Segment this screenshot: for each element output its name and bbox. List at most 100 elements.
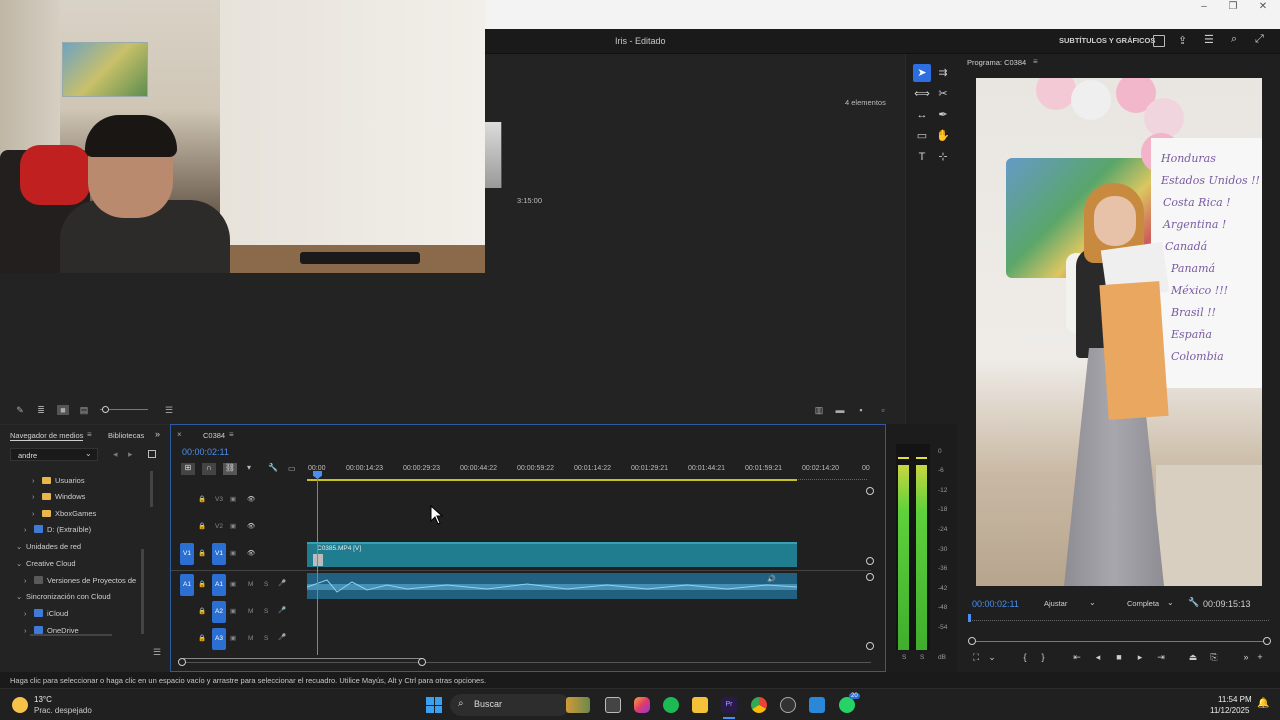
instagram-icon[interactable] xyxy=(634,697,650,713)
ripple-edit-icon[interactable]: ⟺ xyxy=(913,85,931,103)
timeline-timecode[interactable]: 00:00:02:11 xyxy=(182,447,229,457)
back-arrow-icon[interactable]: ◂ xyxy=(113,449,118,460)
safe-margins-icon[interactable]: ⛶ xyxy=(969,652,983,663)
tree-scrollbar[interactable] xyxy=(150,471,153,507)
h-scrollbar-thumb[interactable] xyxy=(183,658,423,659)
magnet-icon[interactable]: ∩ xyxy=(202,463,216,475)
solo-right[interactable]: S xyxy=(920,654,924,661)
eye-icon[interactable]: 👁 xyxy=(247,549,255,557)
track-target-a3[interactable]: A3 xyxy=(212,628,226,650)
view-toggle-icon[interactable] xyxy=(148,450,156,458)
sync-lock-icon[interactable]: ▣ xyxy=(230,634,236,642)
program-menu-icon[interactable]: ≡ xyxy=(1033,57,1038,66)
tree-scrollbar-lower[interactable] xyxy=(141,549,144,634)
track-select-icon[interactable]: ⇉ xyxy=(934,64,952,82)
tree-item-cloud-sync[interactable]: ⌄ Sincronización con Cloud xyxy=(16,592,111,601)
zoom-slider-handle[interactable] xyxy=(102,406,109,413)
lock-icon[interactable]: 🔒 xyxy=(198,549,206,557)
solo-button[interactable]: S xyxy=(264,581,268,588)
tree-item-project-versions[interactable]: › Versiones de Proyectos de xyxy=(24,576,140,585)
fit-chevron-down-icon[interactable]: ⌄ xyxy=(1089,598,1096,607)
icon-view-icon[interactable]: ■ xyxy=(57,405,69,415)
lock-icon[interactable]: 🔒 xyxy=(198,522,206,530)
razor-icon[interactable]: ✂ xyxy=(934,85,952,103)
solo-button[interactable]: S xyxy=(264,608,268,615)
clock-time[interactable]: 11:54 PM xyxy=(1218,695,1252,704)
sync-lock-icon[interactable]: ▣ xyxy=(230,607,236,615)
h-scroll-handle-left[interactable] xyxy=(178,658,186,666)
program-ruler[interactable] xyxy=(969,615,1269,621)
go-to-in-icon[interactable]: ⇤ xyxy=(1070,652,1084,663)
tab-libraries[interactable]: Bibliotecas xyxy=(108,431,144,440)
source-patch-a1[interactable]: A1 xyxy=(180,574,194,596)
h-scrollbar-track[interactable] xyxy=(181,662,871,663)
whatsapp-icon[interactable] xyxy=(839,697,855,713)
close-icon[interactable]: ✕ xyxy=(1247,0,1279,14)
sync-lock-icon[interactable]: ▣ xyxy=(230,495,236,503)
mark-in-icon[interactable]: { xyxy=(1018,652,1032,662)
tree-item-creative-cloud[interactable]: ⌄ Creative Cloud xyxy=(16,559,76,568)
media-menu-icon[interactable]: ≡ xyxy=(87,430,92,439)
quality-chevron-down-icon[interactable]: ⌄ xyxy=(1167,598,1174,607)
tree-item-drive-d[interactable]: › D: (Extraíble) xyxy=(24,525,91,534)
sort-icon[interactable]: ☰ xyxy=(163,405,175,415)
selection-tool-icon[interactable]: ➤ xyxy=(913,64,931,82)
tree-item-network[interactable]: ⌄ Unidades de red xyxy=(16,542,81,551)
program-zoom-bar[interactable] xyxy=(972,641,1264,642)
rectangle-icon[interactable]: ▭ xyxy=(913,127,931,145)
video-clip[interactable]: C0385.MP4 [V] xyxy=(307,542,797,567)
weather-desc[interactable]: Prac. despejado xyxy=(34,706,92,715)
eye-icon[interactable]: 👁 xyxy=(247,522,255,530)
fit-select[interactable]: Ajustar xyxy=(1044,599,1067,608)
microphone-icon[interactable]: 🎤 xyxy=(278,579,286,587)
a-scroll-handle[interactable] xyxy=(866,573,874,581)
minimize-icon[interactable]: – xyxy=(1188,0,1220,14)
share-icon[interactable]: ⇪ xyxy=(1178,34,1187,47)
clip-thumbnail[interactable] xyxy=(485,122,502,188)
captions-icon[interactable]: ▭ xyxy=(288,464,296,473)
v-scroll-handle[interactable] xyxy=(866,487,874,495)
notification-bell-icon[interactable]: 🔔 xyxy=(1257,698,1269,709)
search-icon[interactable]: ⌕ xyxy=(1231,33,1237,46)
forward-arrow-icon[interactable]: ▸ xyxy=(128,449,133,460)
step-back-icon[interactable]: ◂ xyxy=(1091,652,1105,663)
panel-icon[interactable] xyxy=(1153,35,1165,47)
sequence-tab[interactable]: C0384 xyxy=(203,431,225,440)
lock-icon[interactable]: 🔒 xyxy=(198,634,206,642)
a-scroll-handle[interactable] xyxy=(866,642,874,650)
more-controls-icon[interactable]: » xyxy=(1239,652,1253,662)
solo-button[interactable]: S xyxy=(264,635,268,642)
trash-icon[interactable]: ▫ xyxy=(877,405,889,415)
slip-icon[interactable]: ↔ xyxy=(913,106,931,124)
chrome-icon[interactable] xyxy=(751,697,767,713)
type-icon[interactable]: T xyxy=(913,148,931,166)
wrench-icon[interactable]: 🔧 xyxy=(1188,597,1199,608)
marker-icon[interactable]: ▾ xyxy=(247,463,251,472)
audio-clip[interactable]: 🔊 xyxy=(307,573,797,599)
tree-item-onedrive[interactable]: › OneDrive xyxy=(24,626,79,635)
widget-icon[interactable] xyxy=(566,697,590,713)
panel-options-icon[interactable]: ☰ xyxy=(153,647,161,658)
mark-out-icon[interactable]: } xyxy=(1036,652,1050,662)
program-zoom-handle-left[interactable] xyxy=(968,637,976,645)
program-video-frame[interactable]: Honduras Estados Unidos !! Costa Rica ! … xyxy=(976,78,1262,586)
file-explorer-icon[interactable] xyxy=(692,697,708,713)
sync-lock-icon[interactable]: ▣ xyxy=(230,580,236,588)
playhead[interactable] xyxy=(317,475,318,655)
pen-icon[interactable]: ✒ xyxy=(934,106,952,124)
tree-item-usuarios[interactable]: › Usuarios xyxy=(32,476,85,485)
sync-lock-icon[interactable]: ▣ xyxy=(230,549,236,557)
mute-button[interactable]: M xyxy=(248,635,253,642)
steam-icon[interactable] xyxy=(780,697,796,713)
lock-icon[interactable]: 🔒 xyxy=(198,580,206,588)
store-icon[interactable] xyxy=(809,697,825,713)
taskbar-search[interactable]: ⌕ Buscar xyxy=(450,694,570,716)
mute-button[interactable]: M xyxy=(248,608,253,615)
settings-wrench-icon[interactable]: 🔧 xyxy=(268,463,278,472)
go-to-out-icon[interactable]: ⇥ xyxy=(1154,652,1168,663)
step-forward-icon[interactable]: ▸ xyxy=(1133,652,1147,663)
tree-item-windows[interactable]: › Windows xyxy=(32,492,85,501)
hand-icon[interactable]: ✋ xyxy=(934,127,952,145)
find-icon[interactable]: ▬ xyxy=(834,405,846,415)
add-button-icon[interactable]: + xyxy=(1253,652,1267,662)
